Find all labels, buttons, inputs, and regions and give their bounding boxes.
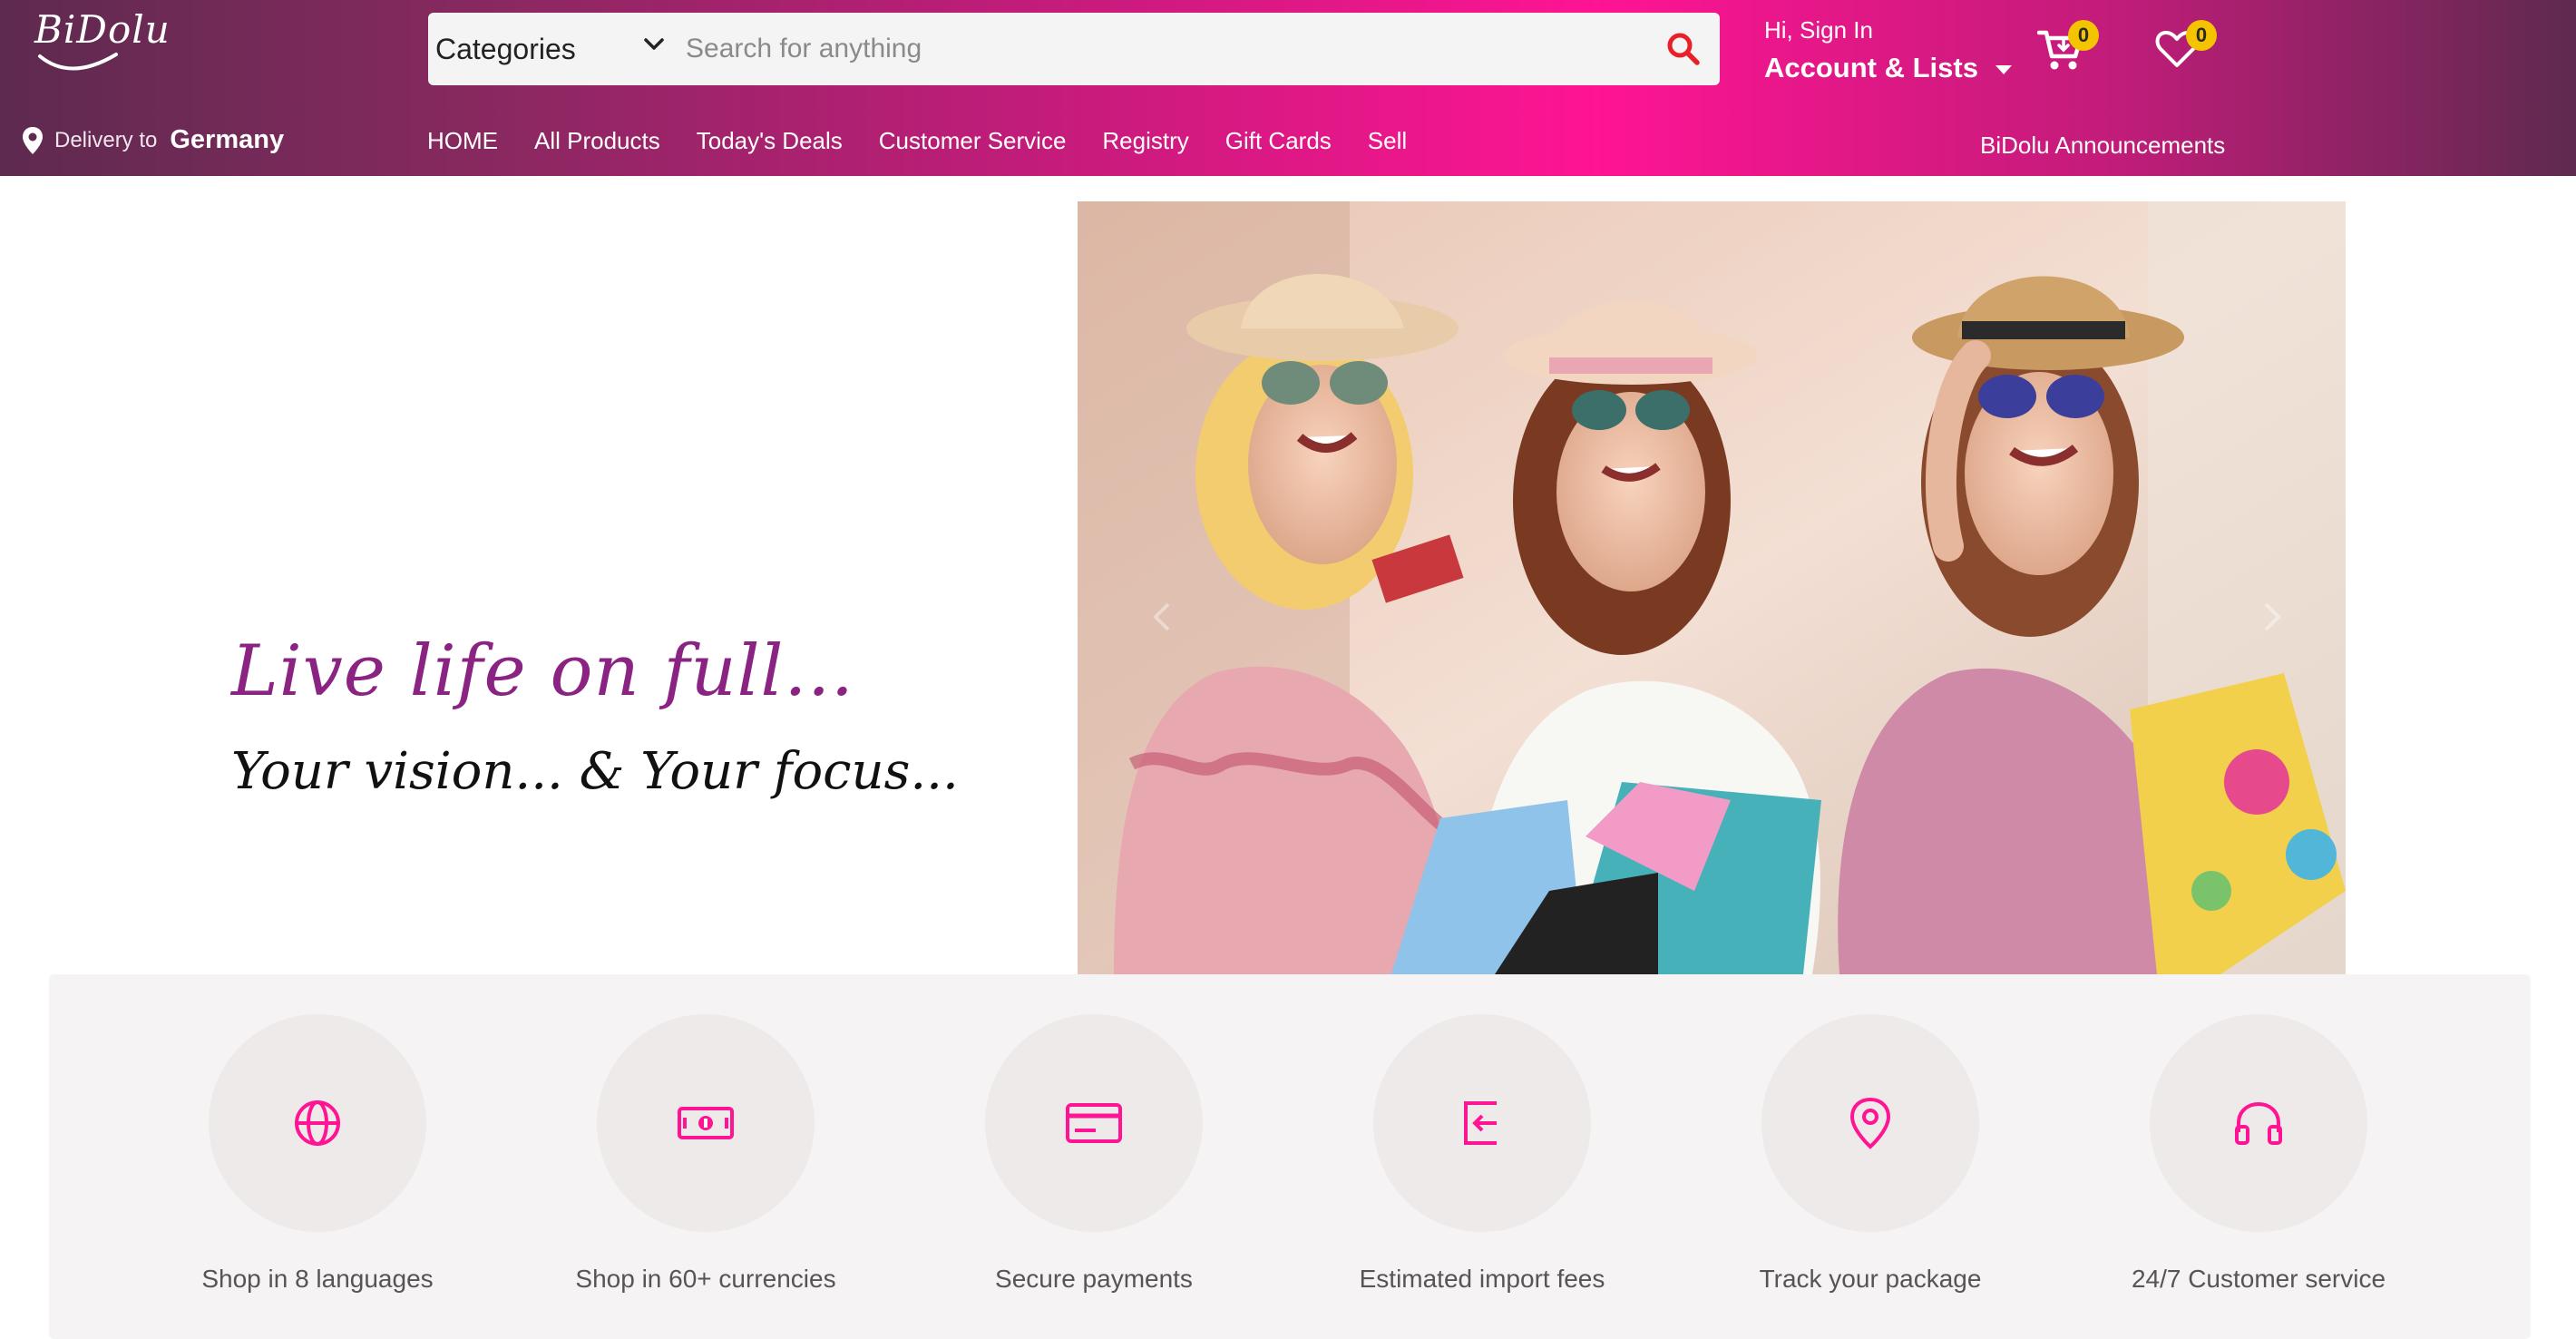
delivery-location[interactable]: Delivery to Germany xyxy=(22,125,284,155)
feature-label: Shop in 60+ currencies xyxy=(575,1265,836,1293)
delivery-label: Delivery to xyxy=(54,127,158,152)
shopping-women-photo xyxy=(1078,201,2346,974)
hero-subtagline: Your vision... & Your focus... xyxy=(231,742,959,801)
feature-languages[interactable]: Shop in 8 languages xyxy=(127,1014,508,1323)
feature-payments[interactable]: Secure payments xyxy=(903,1014,1284,1323)
nav-todays-deals[interactable]: Today's Deals xyxy=(697,127,843,155)
carousel-prev-icon[interactable] xyxy=(1145,599,1181,635)
chevron-down-icon xyxy=(644,38,664,50)
category-select[interactable]: Categories xyxy=(428,13,682,85)
location-pin-icon xyxy=(1849,1097,1891,1149)
feature-customer-service[interactable]: 24/7 Customer service xyxy=(2068,1014,2449,1323)
search-input[interactable] xyxy=(682,13,1647,85)
nav-sell[interactable]: Sell xyxy=(1368,127,1407,155)
cart-button[interactable]: 0 xyxy=(2036,20,2101,80)
feature-icon-circle xyxy=(209,1014,426,1232)
feature-label: Shop in 8 languages xyxy=(201,1265,434,1293)
feature-icon-circle xyxy=(1761,1014,1979,1232)
logo[interactable]: BiDolu xyxy=(34,5,170,87)
feature-icon-circle xyxy=(985,1014,1203,1232)
feature-import-fees[interactable]: Estimated import fees xyxy=(1292,1014,1673,1323)
feature-icon-circle xyxy=(2150,1014,2367,1232)
wishlist-count-badge: 0 xyxy=(2186,20,2217,51)
credit-card-icon xyxy=(1066,1103,1122,1143)
account-menu[interactable]: Hi, Sign In Account & Lists xyxy=(1764,16,2013,84)
hero-banner-image xyxy=(1078,201,2346,974)
nav-gift-cards[interactable]: Gift Cards xyxy=(1225,127,1332,155)
category-select-label: Categories xyxy=(435,32,576,65)
feature-label: Estimated import fees xyxy=(1359,1265,1605,1293)
nav-all-products[interactable]: All Products xyxy=(534,127,660,155)
nav-home[interactable]: HOME xyxy=(427,127,498,155)
logo-smile-icon xyxy=(38,53,118,71)
feature-track-package[interactable]: Track your package xyxy=(1680,1014,2061,1323)
globe-icon xyxy=(295,1100,340,1146)
caret-down-icon xyxy=(1995,65,2012,74)
search-button[interactable] xyxy=(1647,13,1720,85)
location-pin-icon xyxy=(23,126,43,154)
cart-count-badge: 0 xyxy=(2068,20,2099,51)
feature-icon-circle xyxy=(1373,1014,1591,1232)
search-bar: Categories xyxy=(428,13,1720,85)
main-nav: HOME All Products Today's Deals Customer… xyxy=(427,127,1443,155)
feature-icon-circle xyxy=(597,1014,815,1232)
nav-customer-service[interactable]: Customer Service xyxy=(879,127,1067,155)
import-icon xyxy=(1464,1101,1497,1145)
sign-in-greeting: Hi, Sign In xyxy=(1764,16,1873,44)
feature-label: Secure payments xyxy=(995,1265,1193,1293)
feature-label: Track your package xyxy=(1759,1265,1982,1293)
feature-currencies[interactable]: Shop in 60+ currencies xyxy=(515,1014,896,1323)
delivery-country: Germany xyxy=(170,125,285,154)
search-icon xyxy=(1667,33,1700,65)
carousel-next-icon[interactable] xyxy=(2253,599,2289,635)
banknote-icon xyxy=(678,1107,734,1139)
hero-tagline: Live life on full... xyxy=(231,630,854,712)
site-header: BiDolu Categories Hi, Sign In Account & … xyxy=(0,0,2576,176)
announcements-link[interactable]: BiDolu Announcements xyxy=(1980,132,2225,160)
feature-label: 24/7 Customer service xyxy=(2131,1265,2386,1293)
wishlist-button[interactable]: 0 xyxy=(2155,20,2219,80)
headphones-icon xyxy=(2235,1101,2282,1145)
features-strip: Shop in 8 languages Shop in 60+ currenci… xyxy=(49,974,2531,1339)
nav-registry[interactable]: Registry xyxy=(1102,127,1188,155)
account-lists-label: Account & Lists xyxy=(1764,52,1978,83)
